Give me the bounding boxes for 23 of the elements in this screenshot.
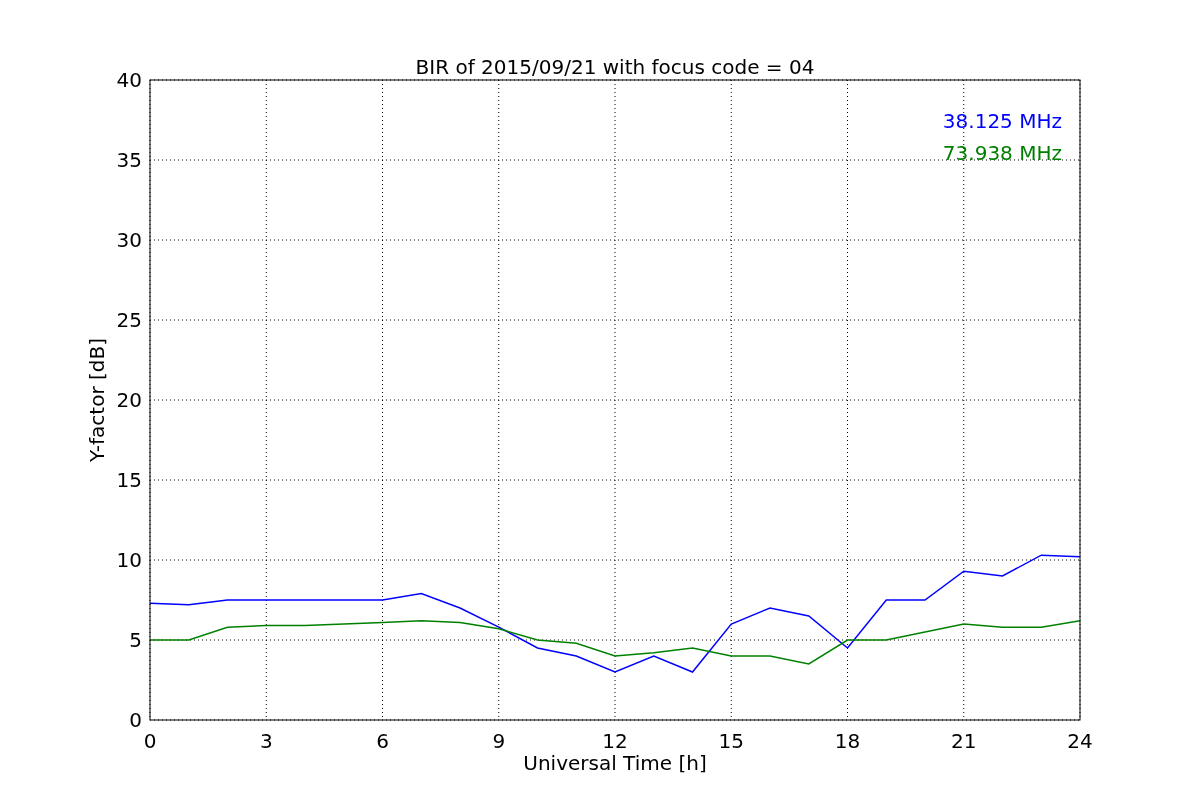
- x-tick-label: 21: [951, 729, 977, 753]
- legend-label: 38.125 MHz: [942, 109, 1062, 133]
- legend-label: 73.938 MHz: [942, 141, 1062, 165]
- x-tick-label: 9: [492, 729, 506, 753]
- y-tick-label: 30: [116, 228, 142, 252]
- y-tick-label: 5: [129, 628, 142, 652]
- x-tick-label: 12: [602, 729, 628, 753]
- y-tick-label: 10: [116, 548, 142, 572]
- x-tick-label: 0: [143, 729, 157, 753]
- y-tick-label: 35: [116, 148, 142, 172]
- x-tick-label: 15: [718, 729, 744, 753]
- y-tick-label: 15: [116, 468, 142, 492]
- y-tick-label: 0: [129, 708, 142, 732]
- x-tick-label: 3: [259, 729, 273, 753]
- y-tick-label: 20: [116, 388, 142, 412]
- y-tick-label: 25: [116, 308, 142, 332]
- chart-title: BIR of 2015/09/21 with focus code = 04: [415, 55, 815, 79]
- y-axis-label: Y-factor [dB]: [85, 338, 109, 462]
- y-tick-label: 40: [116, 68, 142, 92]
- x-tick-label: 24: [1067, 729, 1093, 753]
- x-tick-label: 18: [834, 729, 861, 753]
- x-tick-label: 6: [376, 729, 389, 753]
- x-axis-label: Universal Time [h]: [523, 751, 707, 775]
